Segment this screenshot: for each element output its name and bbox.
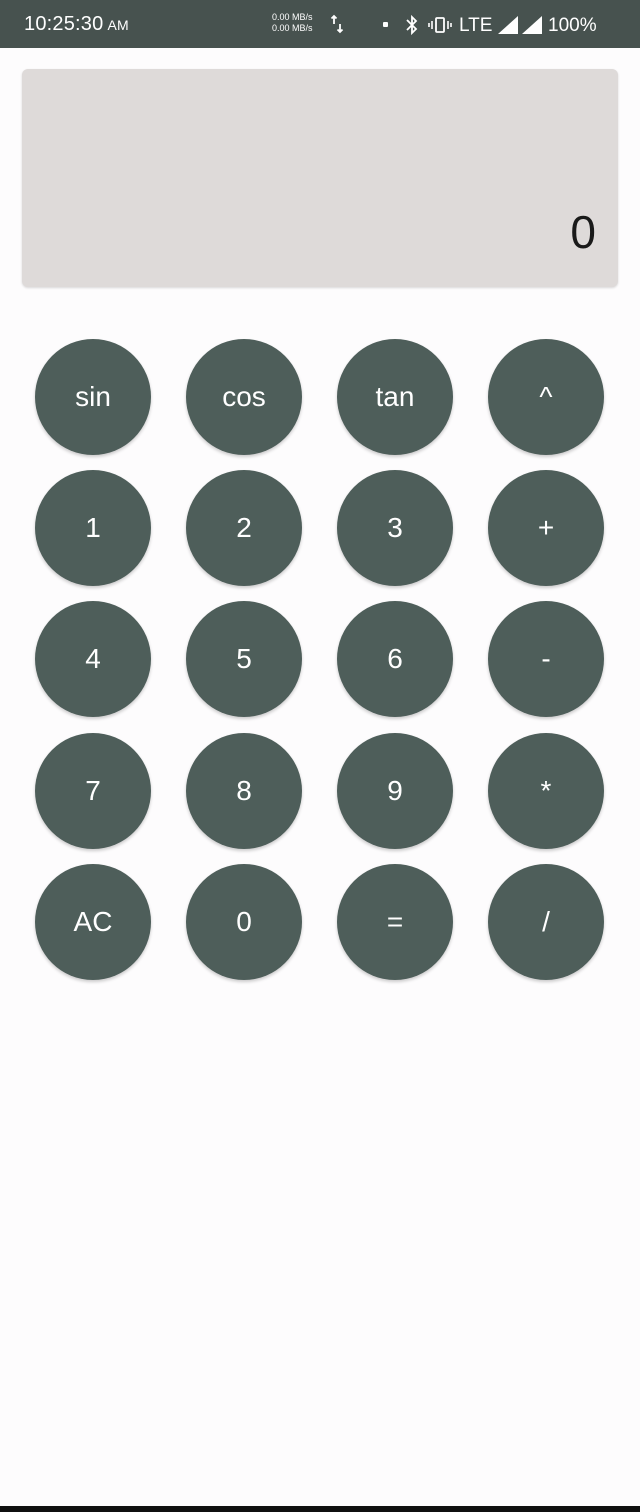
sin-button[interactable]: sin bbox=[35, 339, 151, 455]
equals-button[interactable]: = bbox=[337, 864, 453, 980]
status-time-ampm: AM bbox=[107, 17, 129, 33]
clear-button[interactable]: AC bbox=[35, 864, 151, 980]
signal-strength-icon bbox=[522, 16, 542, 34]
power-button[interactable]: ^ bbox=[488, 339, 604, 455]
data-transfer-icon bbox=[330, 14, 344, 34]
digit-1-button[interactable]: 1 bbox=[35, 470, 151, 586]
status-time-value: 10:25:30 bbox=[24, 13, 104, 35]
signal-strength-icon bbox=[498, 16, 518, 34]
multiply-button[interactable]: * bbox=[488, 733, 604, 849]
cos-button[interactable]: cos bbox=[186, 339, 302, 455]
network-speed: 0.00 MB/s 0.00 MB/s bbox=[272, 12, 313, 34]
bottom-edge bbox=[0, 1506, 640, 1512]
digit-2-button[interactable]: 2 bbox=[186, 470, 302, 586]
plus-button[interactable]: + bbox=[488, 470, 604, 586]
notification-dot-icon bbox=[383, 22, 388, 27]
digit-0-button[interactable]: 0 bbox=[186, 864, 302, 980]
bluetooth-icon bbox=[406, 14, 418, 36]
divide-button[interactable]: / bbox=[488, 864, 604, 980]
battery-level: 100% bbox=[548, 15, 597, 36]
calculator-display: 0 bbox=[22, 69, 618, 287]
digit-8-button[interactable]: 8 bbox=[186, 733, 302, 849]
network-speed-up: 0.00 MB/s bbox=[272, 12, 313, 22]
vibrate-icon bbox=[428, 17, 452, 33]
minus-button[interactable]: - bbox=[488, 601, 604, 717]
digit-9-button[interactable]: 9 bbox=[337, 733, 453, 849]
status-time: 10:25:30 AM bbox=[24, 13, 129, 36]
digit-6-button[interactable]: 6 bbox=[337, 601, 453, 717]
network-type: LTE bbox=[459, 15, 493, 36]
digit-4-button[interactable]: 4 bbox=[35, 601, 151, 717]
network-speed-down: 0.00 MB/s bbox=[272, 23, 313, 33]
digit-7-button[interactable]: 7 bbox=[35, 733, 151, 849]
display-value: 0 bbox=[570, 206, 596, 258]
digit-3-button[interactable]: 3 bbox=[337, 470, 453, 586]
digit-5-button[interactable]: 5 bbox=[186, 601, 302, 717]
status-bar: 10:25:30 AM 0.00 MB/s 0.00 MB/s LTE 100% bbox=[0, 0, 640, 48]
tan-button[interactable]: tan bbox=[337, 339, 453, 455]
